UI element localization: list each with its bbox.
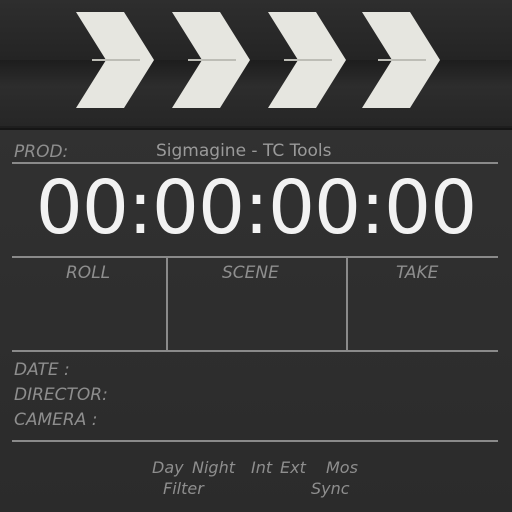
date-label: DATE : [14, 360, 70, 380]
camera-label: CAMERA : [14, 410, 98, 430]
chevron-right-icon [76, 12, 154, 108]
night-option[interactable]: Night [192, 458, 235, 477]
prod-value[interactable]: Sigmagine - TC Tools [156, 141, 332, 161]
director-label: DIRECTOR: [14, 385, 108, 405]
clapperboard-app: PROD: Sigmagine - TC Tools 00:00:00:00 R… [0, 0, 512, 512]
ext-option[interactable]: Ext [280, 458, 306, 477]
scene-label: SCENE [222, 263, 279, 283]
day-option[interactable]: Day [152, 458, 184, 477]
chevron-right-icon [362, 12, 440, 108]
column-divider [346, 256, 348, 352]
int-option[interactable]: Int [251, 458, 272, 477]
prod-label: PROD: [14, 142, 69, 162]
filter-option[interactable]: Filter [163, 479, 204, 498]
mos-option[interactable]: Mos [326, 458, 358, 477]
timecode-display[interactable]: 00:00:00:00 [0, 162, 512, 254]
sync-option[interactable]: Sync [311, 479, 350, 498]
chevron-right-icon [172, 12, 250, 108]
clapper-stick[interactable] [0, 0, 512, 130]
divider [12, 440, 498, 442]
divider [12, 350, 498, 352]
divider [12, 256, 498, 258]
roll-label: ROLL [66, 263, 111, 283]
take-label: TAKE [396, 263, 439, 283]
column-divider [166, 256, 168, 352]
chevron-right-icon [268, 12, 346, 108]
